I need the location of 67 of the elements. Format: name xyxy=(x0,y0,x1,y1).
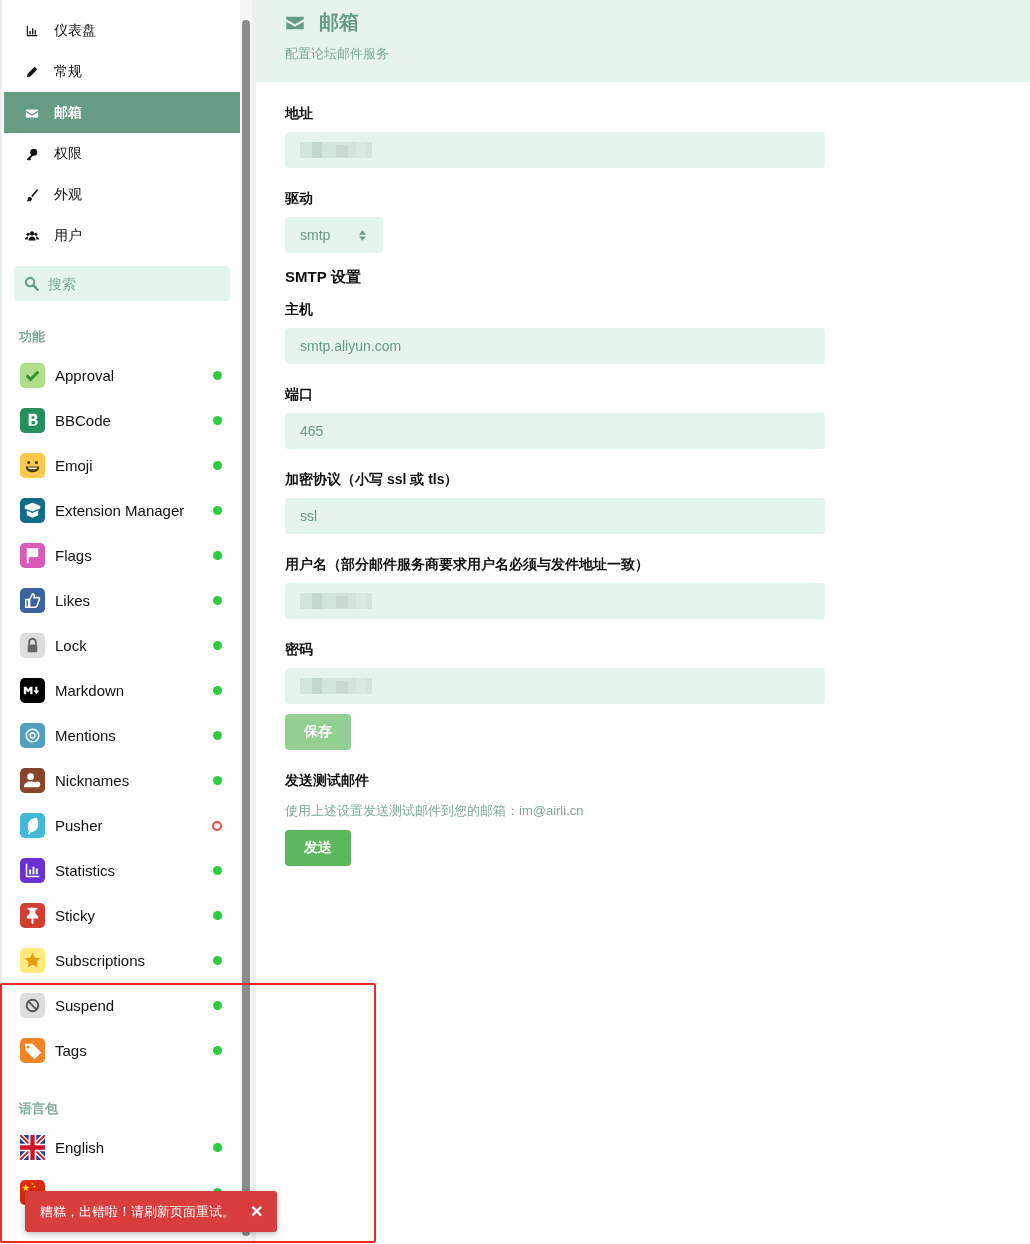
extension-item[interactable]: Lock xyxy=(4,623,240,668)
extension-item[interactable]: Markdown xyxy=(4,668,240,713)
extension-item[interactable]: BBCode xyxy=(4,398,240,443)
field-label: 端口 xyxy=(285,385,314,403)
extension-name: Pusher xyxy=(55,817,104,834)
help-text: 使用上述设置发送测试邮件到您的邮箱：im@airli.cn xyxy=(285,802,585,820)
sort-icon xyxy=(359,229,366,241)
users-icon xyxy=(25,228,39,243)
close-button[interactable]: ✕ xyxy=(246,1202,267,1221)
extension-name: Nicknames xyxy=(55,772,131,789)
section-title: 功能 xyxy=(19,328,46,346)
extension-name: Lock xyxy=(55,637,88,654)
page-subtitle: 配置论坛邮件服务 xyxy=(285,45,390,63)
flag-uk-icon xyxy=(20,1135,45,1160)
section-title: 语言包 xyxy=(19,1100,59,1118)
section-heading: SMTP 设置 xyxy=(285,268,362,287)
toast-message: 糟糕，出错啦！请刷新页面重试。 xyxy=(40,1202,235,1221)
extension-item[interactable]: Pusher xyxy=(4,803,240,848)
field-label: 密码 xyxy=(285,640,314,658)
extension-name: Mentions xyxy=(55,727,117,744)
input-field[interactable] xyxy=(285,583,825,619)
extension-name: Likes xyxy=(55,592,92,609)
extension-item[interactable]: Flags xyxy=(4,533,240,578)
extension-item[interactable]: Mentions xyxy=(4,713,240,758)
extension-name: Sticky xyxy=(55,907,96,924)
extension-name: Subscriptions xyxy=(55,952,147,969)
brush-icon xyxy=(25,187,39,202)
extension-name: Tags xyxy=(55,1042,88,1059)
extension-item[interactable]: English xyxy=(4,1125,240,1170)
extension-item[interactable]: Subscriptions xyxy=(4,938,240,983)
input-field[interactable] xyxy=(285,132,825,168)
field-label: 主机 xyxy=(285,300,314,318)
section-heading: 发送测试邮件 xyxy=(285,772,370,790)
extension-item[interactable]: Likes xyxy=(4,578,240,623)
extension-item[interactable]: Tags xyxy=(4,1028,240,1073)
nav-item[interactable]: 仪表盘 xyxy=(4,10,240,51)
extension-item[interactable]: Emoji xyxy=(4,443,240,488)
extension-item[interactable]: Nicknames xyxy=(4,758,240,803)
extension-item[interactable]: Statistics xyxy=(4,848,240,893)
field-label: 加密协议（小写 ssl 或 tls） xyxy=(285,470,460,488)
field-label: 用户名（部分邮件服务商要求用户名必须与发件地址一致） xyxy=(285,555,650,573)
page-title: 邮箱 xyxy=(319,10,359,35)
search-icon xyxy=(24,276,39,291)
extension-name: Markdown xyxy=(55,682,126,699)
search-field[interactable]: 搜索 xyxy=(14,266,230,301)
extension-name: Emoji xyxy=(55,457,94,474)
nav-item[interactable]: 外观 xyxy=(4,174,240,215)
extension-item[interactable]: Suspend xyxy=(4,983,240,1028)
chart-icon xyxy=(25,23,39,38)
extension-name: Statistics xyxy=(55,862,116,879)
field-label: 驱动 xyxy=(285,189,314,207)
input-field[interactable] xyxy=(285,668,825,704)
extension-name: BBCode xyxy=(55,412,112,429)
extension-item[interactable]: Extension Manager xyxy=(4,488,240,533)
extension-name: Approval xyxy=(55,367,116,384)
nav-item[interactable]: 权限 xyxy=(4,133,240,174)
nav-item[interactable]: 用户 xyxy=(4,215,240,256)
field-label: 地址 xyxy=(285,104,314,122)
extension-item[interactable]: Approval xyxy=(4,353,240,398)
extension-name: Flags xyxy=(55,547,93,564)
extension-name: Suspend xyxy=(55,997,116,1014)
pencil-icon xyxy=(25,64,39,79)
extension-name: Extension Manager xyxy=(55,502,186,519)
extension-name: English xyxy=(55,1139,106,1156)
key-icon xyxy=(25,146,39,161)
nav-item[interactable]: 常规 xyxy=(4,51,240,92)
extension-item[interactable]: Sticky xyxy=(4,893,240,938)
